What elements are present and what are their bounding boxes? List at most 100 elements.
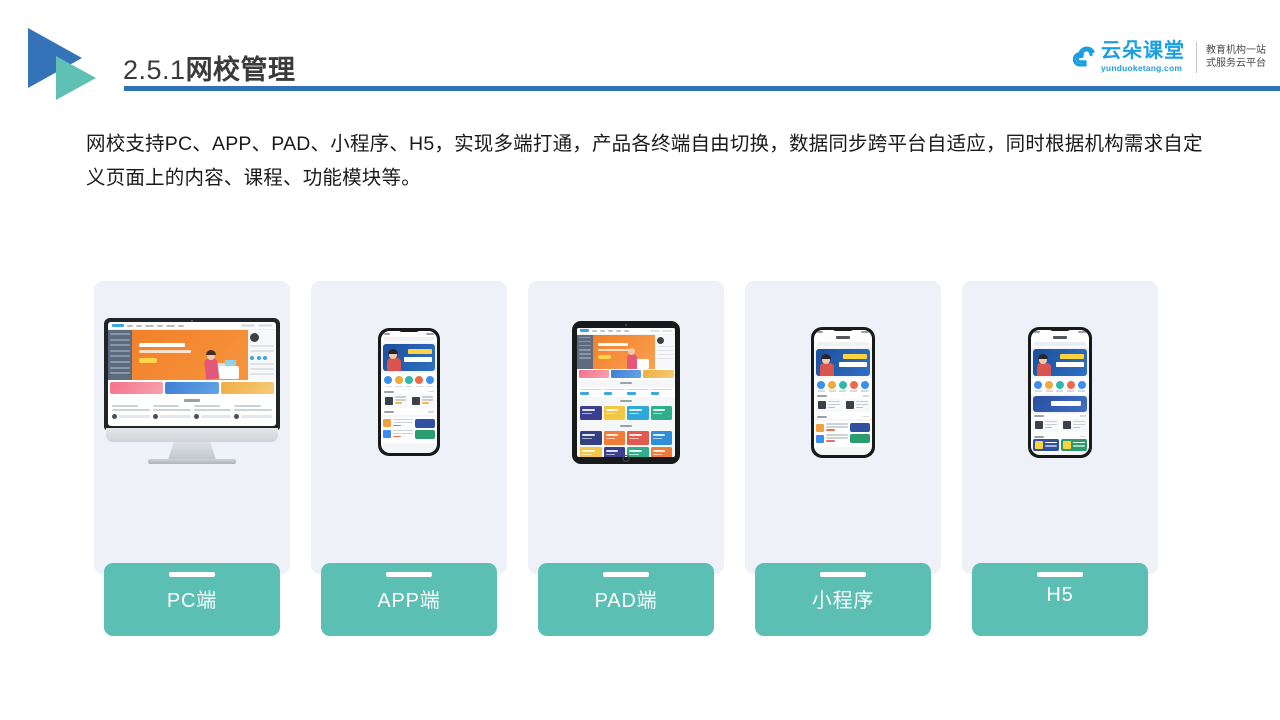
pc-action-pill — [258, 324, 272, 327]
tablet-promo-banners — [577, 368, 675, 380]
device-mockup-desktop — [94, 281, 290, 503]
pc-category-sidebar — [108, 330, 132, 380]
device-label-pc[interactable]: PC端 — [104, 563, 280, 636]
pc-user-panel — [248, 330, 276, 380]
device-mockup-app — [311, 281, 507, 503]
pc-hero-section — [108, 330, 276, 380]
monitor-stand-base — [148, 459, 236, 464]
phone-search-bar[interactable] — [381, 336, 437, 342]
device-label-pad[interactable]: PAD端 — [538, 563, 714, 636]
device-mockup-miniprogram — [745, 281, 941, 503]
brand-divider — [1196, 41, 1197, 73]
body-paragraph: 网校支持PC、APP、PAD、小程序、H5，实现多端打通，产品各终端自由切换，数… — [86, 133, 1203, 189]
device-label-miniprogram[interactable]: 小程序 — [755, 563, 931, 636]
device-card-app[interactable]: APP端 — [311, 281, 507, 636]
pc-nav-item — [127, 324, 133, 327]
label-accent-bar — [1037, 572, 1083, 577]
tablet-course-card[interactable] — [580, 431, 602, 446]
tablet-section-heading — [577, 379, 675, 387]
list-item[interactable] — [816, 423, 870, 433]
device-label-text: PAD端 — [594, 590, 658, 612]
device-label-text: 小程序 — [811, 590, 875, 612]
header-underline — [124, 86, 1280, 91]
phone-notch — [1049, 326, 1071, 331]
device-label-text: PC端 — [166, 590, 218, 612]
phone-course-card[interactable] — [816, 398, 842, 413]
phone-quick-icons — [1031, 377, 1089, 394]
h5-brand-row — [1031, 340, 1089, 347]
device-label-text: H5 — [1046, 584, 1074, 606]
h5-banner-card[interactable] — [1061, 439, 1087, 452]
monitor-chin — [106, 428, 278, 442]
phone-course-card[interactable] — [844, 398, 870, 413]
cloud-icon — [1073, 44, 1099, 70]
h5-promo-banner — [1033, 395, 1087, 412]
device-mockup-h5 — [962, 281, 1158, 503]
brand-tagline-line2: 式服务云平台 — [1206, 58, 1266, 69]
smartphone-icon — [1028, 326, 1092, 458]
tablet-course-card[interactable] — [580, 406, 602, 421]
phone-course-card[interactable] — [1033, 418, 1059, 433]
h5-banner-card[interactable] — [1033, 439, 1059, 452]
tablet-course-card[interactable] — [650, 406, 672, 421]
page-title: 2.5.1网校管理 — [123, 48, 296, 87]
pc-nav-item — [178, 324, 184, 327]
tablet-course-card[interactable] — [603, 447, 625, 457]
pc-nav-item — [145, 324, 154, 327]
brand-name-cn: 云朵课堂 — [1101, 40, 1185, 63]
device-card-pad[interactable]: PAD端 — [528, 281, 724, 636]
tablet-course-card[interactable] — [627, 431, 649, 446]
tablet-stats-row — [577, 386, 675, 398]
monitor-bezel — [104, 318, 280, 430]
pc-nav-item — [166, 324, 175, 327]
smartphone-icon — [378, 328, 440, 456]
slide-root: 2.5.1网校管理 云朵课堂 yunduoketang.com 教育机构一站 式… — [0, 0, 1280, 720]
pc-course-grid — [108, 405, 276, 419]
tablet-course-card[interactable] — [650, 431, 672, 446]
device-card-miniprogram[interactable]: 小程序 — [745, 281, 941, 636]
tablet-screen — [577, 327, 675, 457]
label-accent-bar — [820, 572, 866, 577]
tablet-home-button[interactable] — [622, 455, 630, 462]
list-item[interactable] — [816, 434, 870, 444]
tablet-course-card[interactable] — [627, 447, 649, 457]
pc-promo-banners — [108, 380, 276, 396]
pc-navbar — [108, 322, 276, 330]
tablet-course-card[interactable] — [580, 447, 602, 457]
monitor-screen — [108, 322, 276, 426]
monitor-stand-neck — [168, 442, 216, 460]
tablet-section-heading — [577, 397, 675, 405]
pc-navbar-actions — [241, 324, 272, 327]
tablet-category-sidebar — [577, 334, 593, 369]
pc-section-heading — [108, 396, 276, 405]
device-cards-row: PC端 APP端 PAD端 小程序 H5 — [94, 281, 1158, 636]
label-accent-bar — [169, 572, 215, 577]
phone-screen — [1031, 329, 1089, 455]
device-card-h5[interactable]: H5 — [962, 281, 1158, 636]
tablet-course-card[interactable] — [603, 431, 625, 446]
device-label-app[interactable]: APP端 — [321, 563, 497, 636]
phone-card-row — [814, 398, 872, 415]
tablet-course-card[interactable] — [650, 447, 672, 457]
tablet-course-card[interactable] — [627, 406, 649, 421]
device-label-h5[interactable]: H5 — [972, 563, 1148, 636]
brand-tagline-line1: 教育机构一站 — [1206, 44, 1266, 56]
list-item[interactable] — [383, 429, 435, 439]
device-card-pc[interactable]: PC端 — [94, 281, 290, 636]
tablet-navbar — [577, 327, 675, 335]
list-item[interactable] — [383, 418, 435, 428]
phone-notch — [832, 326, 854, 331]
phone-course-card[interactable] — [410, 394, 435, 408]
phone-course-card[interactable] — [383, 394, 408, 408]
device-mockup-tablet — [528, 281, 724, 503]
brand-tagline: 教育机构一站 式服务云平台 — [1206, 44, 1266, 71]
phone-section-heading — [814, 414, 872, 420]
tablet-hero-banner — [593, 334, 655, 369]
phone-course-card[interactable] — [1061, 418, 1087, 433]
tablet-site-logo-icon — [580, 329, 589, 332]
tablet-course-card[interactable] — [603, 406, 625, 421]
phone-search-bar[interactable] — [814, 340, 872, 347]
desktop-monitor-icon — [104, 318, 280, 466]
smartphone-icon — [811, 326, 875, 458]
section-title-cn: 网校管理 — [185, 55, 296, 85]
